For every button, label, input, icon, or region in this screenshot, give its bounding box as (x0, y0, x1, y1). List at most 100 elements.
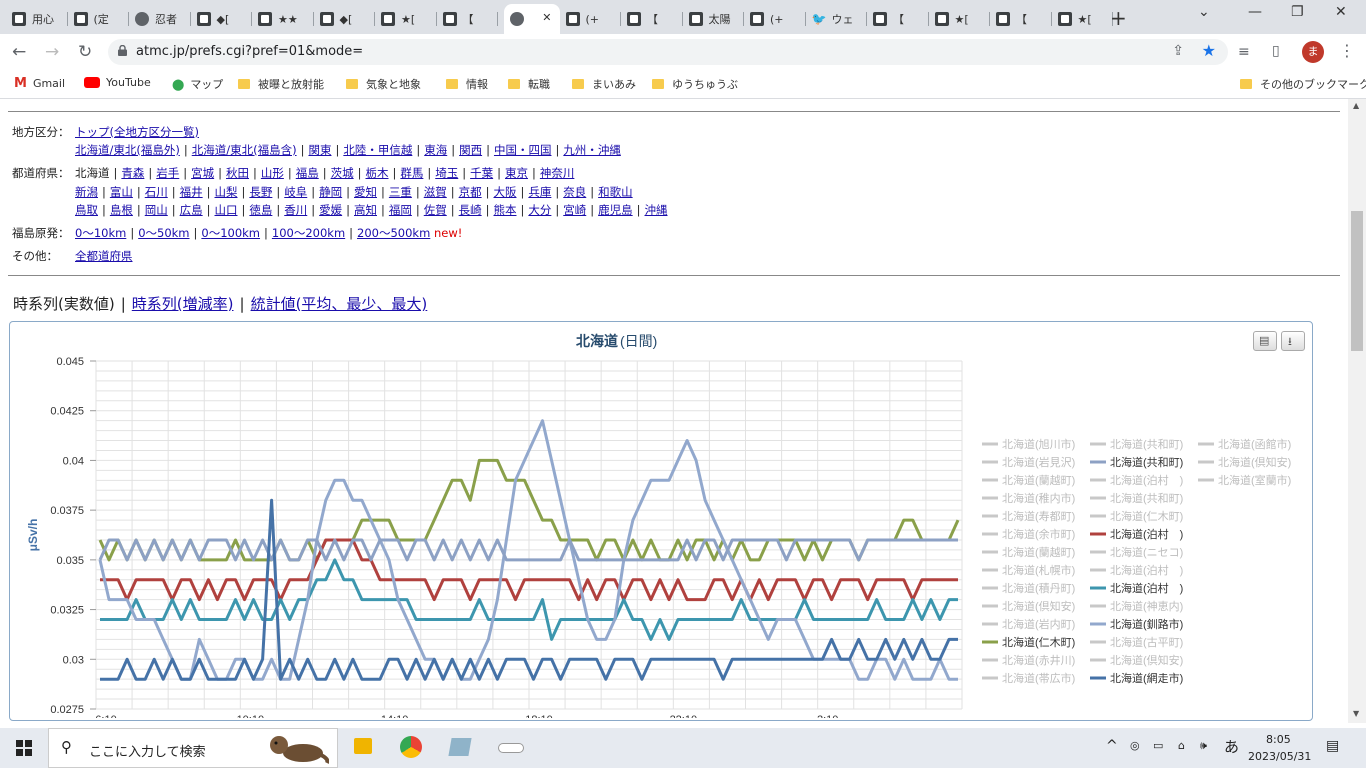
nav-link[interactable]: 山梨 (215, 185, 238, 199)
legend-item[interactable]: 北海道(帯広市) (1002, 671, 1075, 685)
notification-icon[interactable]: ▤ (1326, 738, 1339, 754)
bookmark-other[interactable]: その他のブックマーク (1240, 76, 1366, 92)
profile-avatar[interactable]: ま (1302, 41, 1324, 63)
legend-item[interactable]: 北海道(余市町) (1002, 527, 1075, 541)
nav-link[interactable]: 福岡 (389, 203, 412, 217)
nav-link[interactable]: 埼玉 (435, 166, 458, 180)
bookmark-maps[interactable]: ⬤ マップ (172, 76, 223, 92)
reading-list-icon[interactable]: ≡ (1238, 44, 1250, 60)
tray-chevron-icon[interactable]: ^ (1106, 738, 1118, 754)
nav-link[interactable]: 沖縄 (645, 203, 668, 217)
browser-tab[interactable]: ★[ (1057, 6, 1113, 32)
nav-link[interactable]: 大分 (528, 203, 551, 217)
nav-link[interactable]: 100～200km (272, 226, 345, 240)
battery-icon[interactable]: ▭ (1153, 739, 1163, 752)
nav-link[interactable]: 秋田 (226, 166, 249, 180)
browser-tab[interactable]: 【 (627, 6, 683, 32)
nav-link[interactable]: 長崎 (459, 203, 482, 217)
legend-item[interactable]: 北海道(古平町) (1110, 635, 1183, 649)
bookmark-gmail[interactable]: M Gmail (14, 76, 65, 91)
nav-link[interactable]: 北海道/東北(福島含) (192, 143, 297, 157)
chrome-icon[interactable] (400, 736, 422, 758)
bookmark-youtube[interactable]: YouTube (84, 76, 151, 89)
legend-item[interactable]: 北海道(共和町) (1110, 437, 1183, 451)
scroll-down-arrow[interactable]: ▼ (1353, 709, 1359, 718)
page-scrollbar[interactable]: ▲ ▼ (1348, 99, 1366, 723)
nav-link[interactable]: 東京 (505, 166, 528, 180)
legend-item[interactable]: 北海道(ニセコ) (1110, 545, 1183, 559)
legend-item[interactable]: 北海道(室蘭市) (1218, 473, 1291, 487)
nav-link[interactable]: 群馬 (400, 166, 423, 180)
taskbar-search[interactable]: ⚲ ここに入力して検索 (48, 728, 338, 768)
nav-link[interactable]: 佐賀 (424, 203, 447, 217)
browser-tab[interactable]: 【 (873, 6, 929, 32)
legend-item[interactable]: 北海道(函館市) (1218, 437, 1291, 451)
legend-item[interactable]: 北海道(岩内町) (1002, 617, 1075, 631)
nav-link[interactable]: 鳥取 (75, 203, 98, 217)
legend-item[interactable]: 北海道(泊村 ) (1110, 473, 1183, 487)
nav-link[interactable]: 関東 (308, 143, 331, 157)
bookmark-folder[interactable]: 被曝と放射能 (238, 76, 324, 92)
nav-link[interactable]: 愛知 (354, 185, 377, 199)
nav-link[interactable]: 200～500km (357, 226, 430, 240)
close-window-button[interactable]: ✕ (1335, 4, 1347, 20)
legend-item[interactable]: 北海道(蘭越町) (1002, 545, 1075, 559)
nav-link[interactable]: 兵庫 (528, 185, 551, 199)
nav-link[interactable]: 0～10km (75, 226, 126, 240)
nav-link[interactable]: 0～50km (138, 226, 189, 240)
legend-item[interactable]: 北海道(札幌市) (1002, 563, 1075, 577)
view-rate-link[interactable]: 時系列(増減率) (132, 295, 234, 313)
nav-link[interactable]: 三重 (389, 185, 412, 199)
share-icon[interactable]: ⇪ (1172, 43, 1184, 59)
nav-link[interactable]: 北海道/東北(福島外) (75, 143, 180, 157)
region-top-link[interactable]: トップ(全地方区分一覧) (75, 125, 199, 139)
browser-tab[interactable]: 用心 (12, 6, 68, 32)
side-panel-icon[interactable]: ▯ (1272, 43, 1280, 59)
app-icon[interactable] (448, 738, 472, 756)
nav-link[interactable]: 広島 (180, 203, 203, 217)
nav-link[interactable]: 長野 (249, 185, 272, 199)
close-tab-icon[interactable]: ✕ (542, 11, 551, 24)
legend-item[interactable]: 北海道(仁木町) (1110, 509, 1183, 523)
legend-item[interactable]: 北海道(神恵内) (1110, 599, 1183, 613)
nav-link[interactable]: 京都 (459, 185, 482, 199)
browser-tab[interactable]: (+ (750, 6, 806, 32)
nav-link[interactable]: 山形 (261, 166, 284, 180)
nav-link[interactable]: 新潟 (75, 185, 98, 199)
browser-tab[interactable]: 【 (996, 6, 1052, 32)
nav-link[interactable]: 関西 (459, 143, 482, 157)
view-stats-link[interactable]: 統計値(平均、最少、最大) (251, 295, 428, 313)
reload-button[interactable]: ↻ (78, 42, 92, 62)
legend-item[interactable]: 北海道(稚内市) (1002, 491, 1075, 505)
browser-tab[interactable]: ★[ (934, 6, 990, 32)
menu-icon[interactable]: ⋮ (1339, 41, 1355, 60)
nav-link[interactable]: 岐阜 (284, 185, 307, 199)
nav-link[interactable]: 青森 (121, 166, 144, 180)
volume-icon[interactable]: 🕪 (1200, 739, 1207, 753)
clock-date[interactable]: 2023/05/31 (1248, 750, 1311, 763)
bookmark-folder[interactable]: 情報 (446, 76, 488, 92)
browser-tab[interactable]: 忍者 (135, 6, 191, 32)
browser-tab[interactable]: ★[ (381, 6, 437, 32)
nav-link[interactable]: 徳島 (249, 203, 272, 217)
back-button[interactable]: ← (12, 42, 26, 62)
nav-link[interactable]: 山口 (215, 203, 238, 217)
legend-item[interactable]: 北海道(倶知安) (1110, 653, 1183, 667)
bookmark-folder[interactable]: ゆうちゅうぶ (652, 76, 738, 92)
browser-tab[interactable]: (+ (565, 6, 621, 32)
bookmark-star-icon[interactable]: ★ (1202, 41, 1216, 60)
legend-item[interactable]: 北海道(倶知安) (1218, 455, 1291, 469)
nav-link[interactable]: 岡山 (145, 203, 168, 217)
nav-link[interactable]: 石川 (145, 185, 168, 199)
minimize-button[interactable]: — (1248, 4, 1262, 20)
nav-link[interactable]: 福井 (180, 185, 203, 199)
nav-link[interactable]: 大阪 (494, 185, 517, 199)
nav-link[interactable]: 宮崎 (563, 203, 586, 217)
legend-item[interactable]: 北海道(泊村 ) (1110, 527, 1183, 541)
ime-indicator[interactable]: あ (1224, 736, 1239, 757)
nav-link[interactable]: 愛媛 (319, 203, 342, 217)
nav-link[interactable]: 栃木 (366, 166, 389, 180)
nav-link[interactable]: 滋賀 (424, 185, 447, 199)
task-view-icon[interactable] (354, 738, 372, 754)
legend-item[interactable]: 北海道(泊村 ) (1110, 563, 1183, 577)
